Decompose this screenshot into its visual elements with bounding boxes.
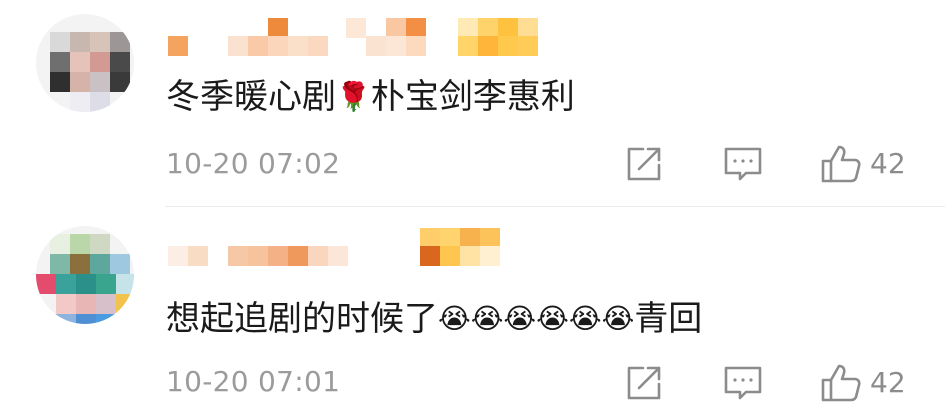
reply-button[interactable] xyxy=(722,362,764,404)
comment-timestamp: 10-20 07:01 xyxy=(166,365,341,398)
like-count: 42 xyxy=(870,366,906,399)
like-button[interactable]: 42 xyxy=(820,143,906,185)
content-tail: 朴宝剑李惠利 xyxy=(370,77,575,117)
like-button[interactable]: 42 xyxy=(820,362,906,404)
share-external-icon xyxy=(623,143,665,185)
reply-button[interactable] xyxy=(722,143,764,185)
like-count: 42 xyxy=(870,147,906,180)
comment-item: 冬季暖心剧🌹朴宝剑李惠利 10-20 07:02 42 xyxy=(0,0,945,206)
comment-bubble-icon xyxy=(722,362,764,404)
comment-timestamp: 10-20 07:02 xyxy=(166,147,341,180)
thumbs-up-icon xyxy=(820,143,862,185)
content-text: 冬季暖心剧 xyxy=(166,77,336,117)
comment-content: 冬季暖心剧🌹朴宝剑李惠利 xyxy=(166,75,575,119)
content-tail: 青回 xyxy=(634,299,703,339)
avatar[interactable] xyxy=(36,14,134,112)
share-external-icon xyxy=(623,362,665,404)
repost-button[interactable] xyxy=(623,362,665,404)
comment-content: 想起追剧的时候了😭😭😭😭😭😭青回 xyxy=(166,297,702,341)
repost-button[interactable] xyxy=(623,143,665,185)
comment-bubble-icon xyxy=(722,143,764,185)
thumbs-up-icon xyxy=(820,362,862,404)
comment-item: 想起追剧的时候了😭😭😭😭😭😭青回 10-20 07:01 42 xyxy=(0,206,945,413)
rose-emoji: 🌹 xyxy=(336,80,371,113)
content-text: 想起追剧的时候了 xyxy=(166,299,438,339)
crying-face-emoji: 😭😭😭😭😭😭 xyxy=(438,302,635,335)
avatar[interactable] xyxy=(36,226,134,324)
